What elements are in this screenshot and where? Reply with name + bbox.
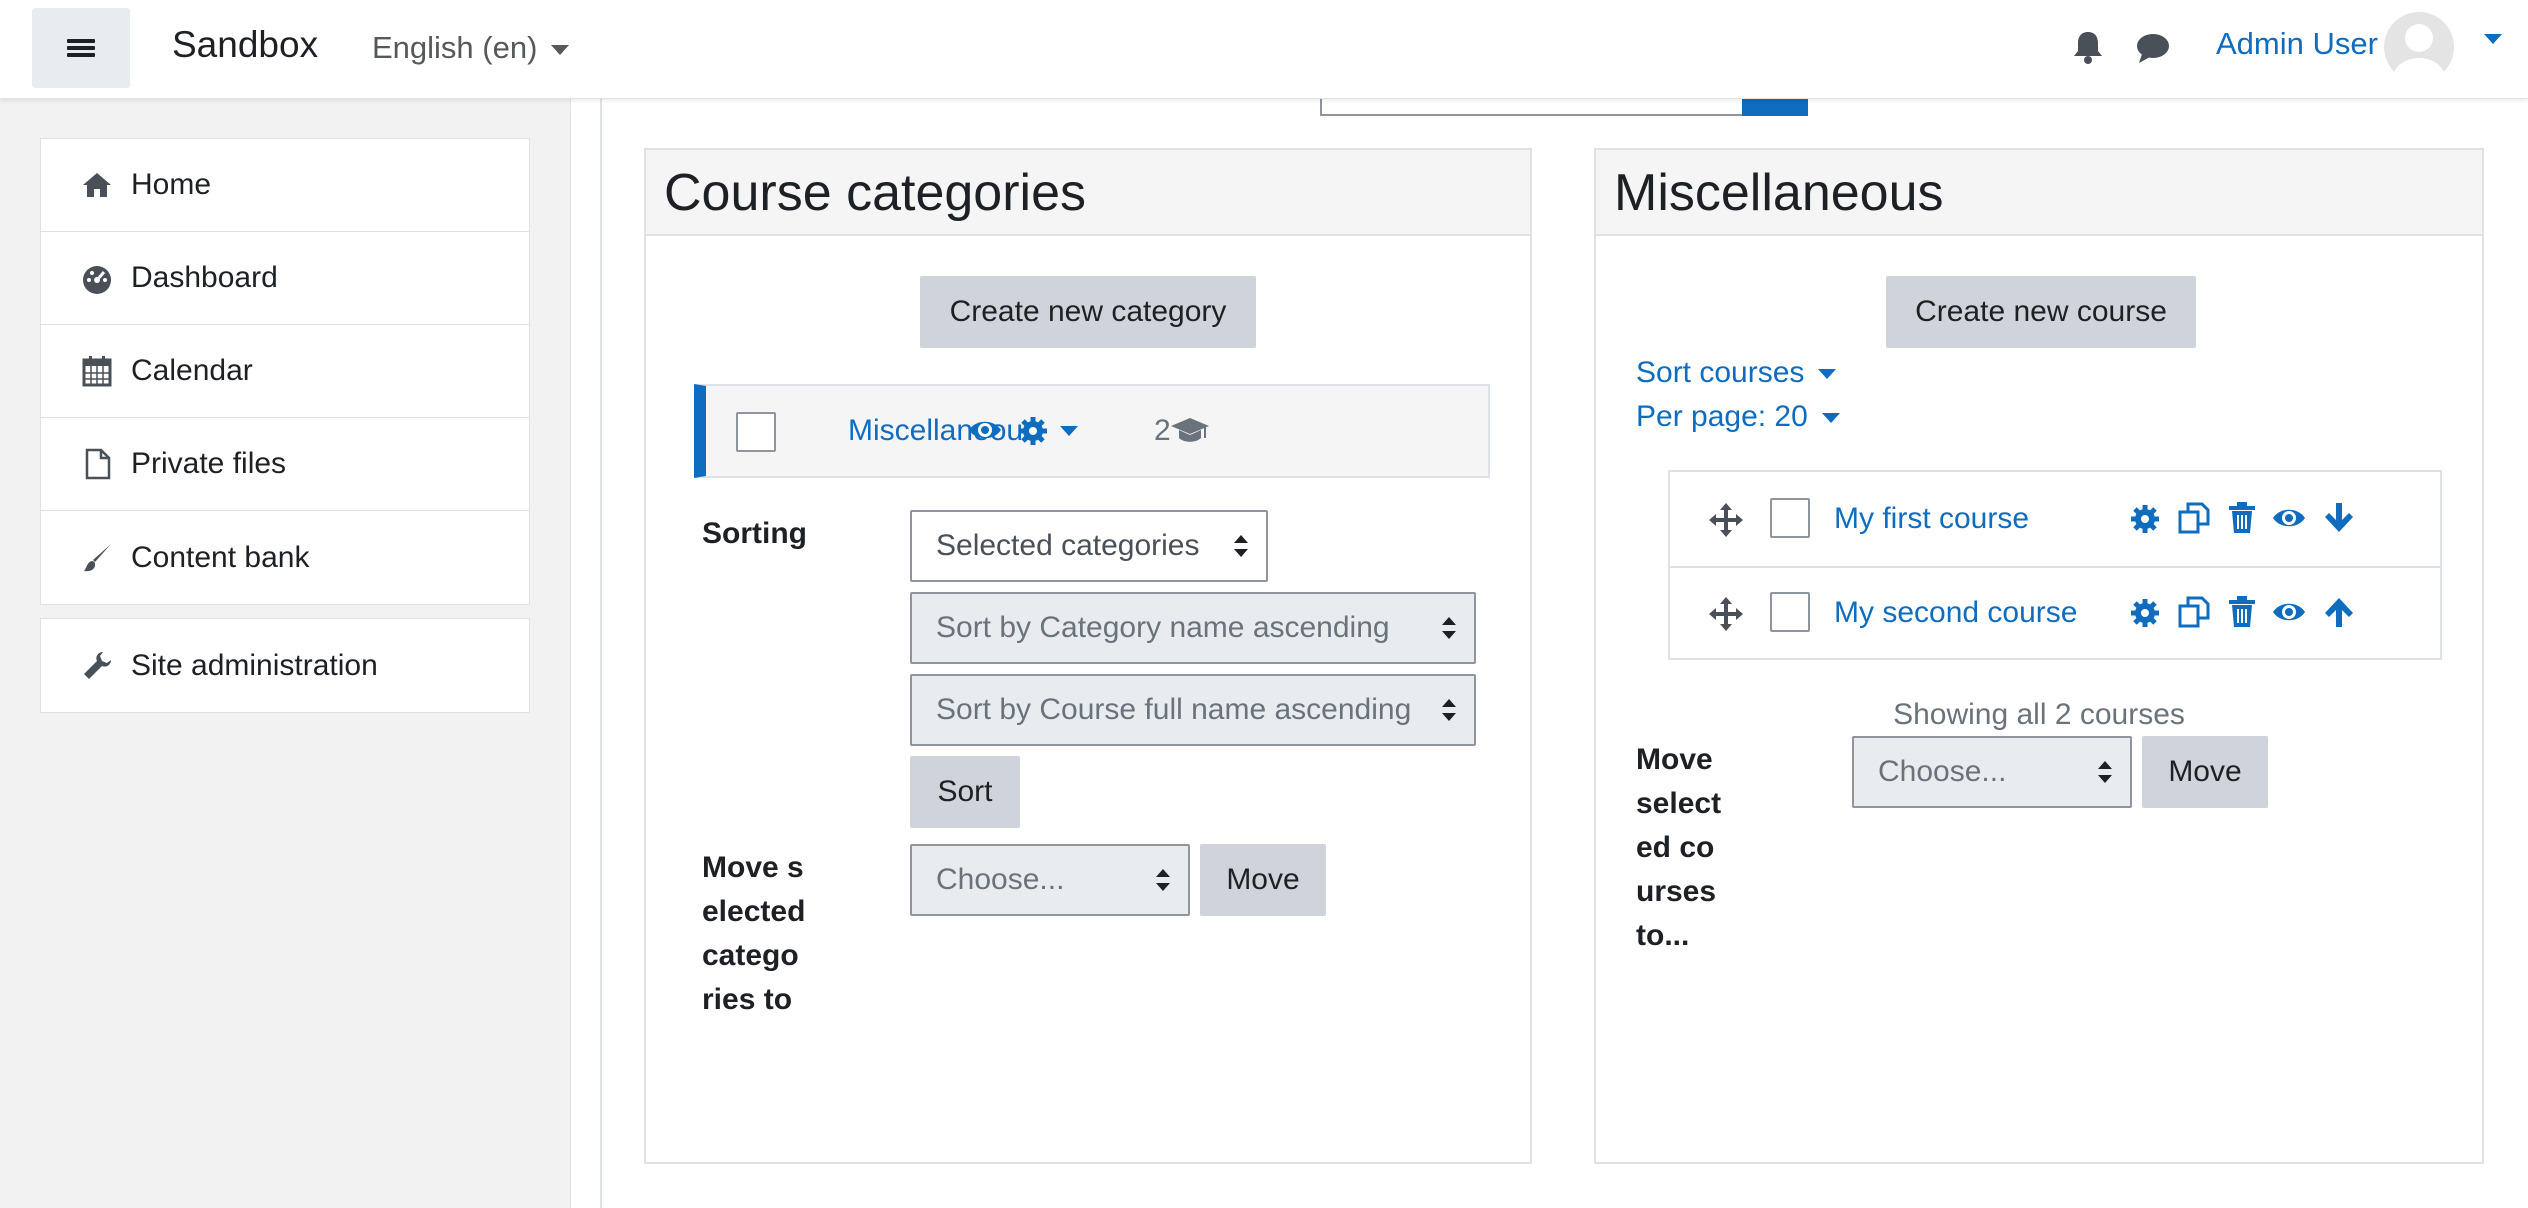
copy-icon[interactable] [2178,596,2210,628]
move-handle-icon[interactable] [1708,596,1744,632]
messages-icon[interactable] [2136,32,2170,64]
category-select-checkbox[interactable] [736,412,776,452]
eye-icon[interactable] [2272,600,2306,624]
language-label: English (en) [372,30,538,65]
sort-courses-select[interactable]: Sort by Course full name ascending [910,674,1476,746]
chevron-down-icon [1821,413,1840,424]
drawer-item-label: Private files [131,447,287,480]
sort-scope-value: Selected categories [936,529,1200,562]
course-categories-title: Course categories [646,150,1530,236]
content-divider [600,98,602,1208]
showing-courses-text: Showing all 2 courses [1893,698,2185,731]
move-courses-select-value: Choose... [1878,755,2007,788]
course-row: My second course [1670,568,2440,660]
drawer-item-site-administration[interactable]: Site administration [41,619,529,712]
move-categories-select[interactable]: Choose... [910,844,1190,916]
trash-icon[interactable] [2228,596,2256,628]
courses-panel-title: Miscellaneous [1596,150,2482,236]
sort-courses-label: Sort courses [1636,356,1805,389]
per-page-menu[interactable]: Per page: 20 [1636,400,1840,434]
gear-icon[interactable] [1018,416,1048,446]
course-categories-panel: Course categories Create new category Mi… [644,148,1532,1164]
chevron-down-icon [551,44,570,55]
move-categories-select-value: Choose... [936,863,1065,896]
eye-icon[interactable] [2272,506,2306,530]
site-name[interactable]: Sandbox [172,24,318,66]
gear-icon[interactable] [2130,598,2160,628]
courses-panel: Miscellaneous Create new course Sort cou… [1594,148,2484,1164]
gear-icon[interactable] [2130,504,2160,534]
drawer-item-content-bank[interactable]: Content bank [41,511,529,604]
sort-categories-value: Sort by Category name ascending [936,611,1390,644]
bell-icon[interactable] [2072,30,2104,64]
move-categories-label: Move selected categories to [702,851,806,1016]
user-menu-name[interactable]: Admin User [2216,26,2378,62]
course-row: My first course [1670,472,2440,568]
home-icon [83,173,111,197]
create-new-course-button[interactable]: Create new course [1886,276,2196,348]
language-menu[interactable]: English (en) [372,30,570,66]
move-courses-button[interactable]: Move [2142,736,2268,808]
wrench-icon [84,651,111,679]
sort-courses-menu[interactable]: Sort courses [1636,356,1837,390]
top-navbar: Sandbox English (en) Admin User [0,0,2528,99]
move-courses-label: Move selected courses to... [1636,743,1722,952]
arrow-up-icon[interactable] [2324,596,2354,628]
user-avatar[interactable] [2384,12,2454,82]
drawer-item-home[interactable]: Home [41,139,529,232]
file-icon [85,448,111,480]
dashboard-icon [83,266,111,294]
per-page-label: Per page: 20 [1636,400,1808,433]
eye-icon[interactable] [968,418,1002,442]
sort-courses-value: Sort by Course full name ascending [936,693,1412,726]
select-arrows-icon [1156,869,1170,891]
sort-scope-select[interactable]: Selected categories [910,510,1268,582]
move-handle-icon[interactable] [1708,502,1744,538]
drawer-admin-list: Site administration [40,618,530,713]
move-categories-button[interactable]: Move [1200,844,1326,916]
user-menu-chevron-icon[interactable] [2484,34,2502,44]
paintbrush-icon [84,543,111,571]
sort-button[interactable]: Sort [910,756,1020,828]
sort-categories-select[interactable]: Sort by Category name ascending [910,592,1476,664]
course-select-checkbox[interactable] [1770,498,1810,538]
copy-icon[interactable] [2178,502,2210,534]
calendar-icon [82,356,112,387]
drawer-item-label: Content bank [131,540,310,574]
trash-icon[interactable] [2228,502,2256,534]
graduation-cap-icon [1171,418,1209,442]
drawer-nav-list: Home Dashboard Calendar Private files Co… [40,138,530,605]
select-arrows-icon [1234,535,1248,557]
course-name-link[interactable]: My first course [1834,502,2029,536]
drawer-item-private-files[interactable]: Private files [41,418,529,511]
course-list: My first course My second course [1668,470,2442,660]
select-arrows-icon [2098,761,2112,783]
select-arrows-icon [1442,617,1456,639]
drawer-item-label: Home [131,168,212,201]
chevron-down-icon [1818,369,1837,380]
drawer-item-label: Calendar [131,354,253,387]
category-course-count: 2 [1154,414,1171,447]
course-name-link[interactable]: My second course [1834,596,2077,630]
drawer-item-calendar[interactable]: Calendar [41,325,529,418]
create-new-category-button[interactable]: Create new category [920,276,1256,348]
nav-drawer: Home Dashboard Calendar Private files Co… [0,98,571,1208]
course-select-checkbox[interactable] [1770,592,1810,632]
drawer-item-label: Dashboard [131,261,278,294]
category-name-link[interactable]: Miscellaneous [848,414,1038,448]
arrow-down-icon[interactable] [2324,502,2354,534]
drawer-item-label: Site administration [131,648,378,682]
move-courses-select[interactable]: Choose... [1852,736,2132,808]
hamburger-icon [67,36,95,60]
sorting-label: Sorting [702,517,807,550]
select-arrows-icon [1442,699,1456,721]
category-actions-chevron-icon[interactable] [1060,426,1078,436]
drawer-item-dashboard[interactable]: Dashboard [41,232,529,325]
drawer-toggle-button[interactable] [32,8,130,88]
category-row: Miscellaneous 2 [694,384,1490,478]
user-avatar-icon [2393,24,2445,82]
